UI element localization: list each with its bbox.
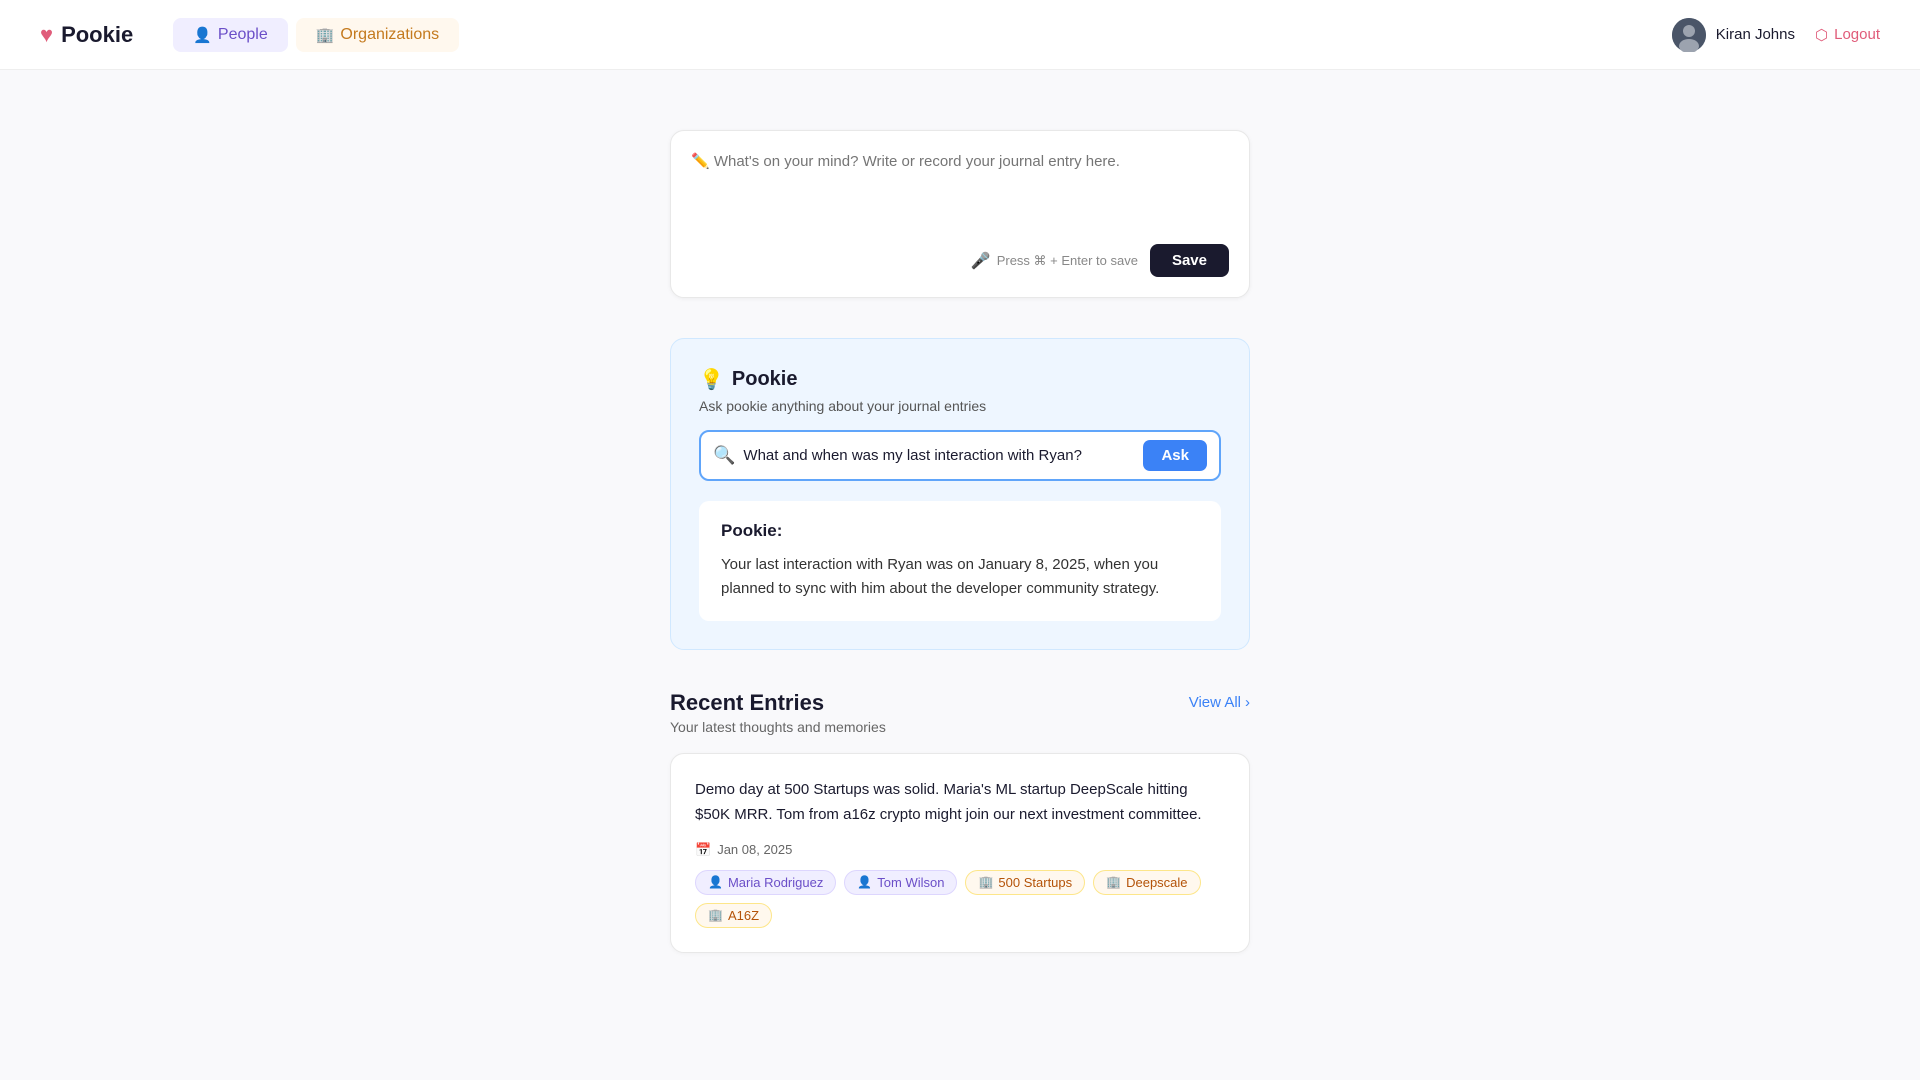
nav-right: Kiran Johns ⬡ Logout xyxy=(1672,18,1880,52)
logout-label: Logout xyxy=(1834,26,1880,43)
entry-card: Demo day at 500 Startups was solid. Mari… xyxy=(670,753,1250,953)
tag-tom-wilson[interactable]: 👤 Tom Wilson xyxy=(844,870,957,895)
heart-icon: ♥ xyxy=(40,22,53,48)
app-name: Pookie xyxy=(61,22,133,48)
ask-row: 🔍 Ask xyxy=(699,430,1221,481)
person-tag-icon: 👤 xyxy=(857,875,872,889)
keyboard-hint: 🎤 Press ⌘ + Enter to save xyxy=(971,251,1138,271)
avatar xyxy=(1672,18,1706,52)
save-button[interactable]: Save xyxy=(1150,244,1229,277)
tag-label: Tom Wilson xyxy=(877,875,944,890)
tag-label: Deepscale xyxy=(1126,875,1187,890)
journal-card: 🎤 Press ⌘ + Enter to save Save xyxy=(670,130,1250,298)
tag-label: Maria Rodriguez xyxy=(728,875,823,890)
entry-text: Demo day at 500 Startups was solid. Mari… xyxy=(695,778,1225,828)
journal-textarea[interactable] xyxy=(691,151,1229,231)
ask-input[interactable] xyxy=(743,447,1135,464)
pookie-header: 💡 Pookie xyxy=(699,367,1221,392)
pookie-response: Pookie: Your last interaction with Ryan … xyxy=(699,501,1221,621)
calendar-icon: 📅 xyxy=(695,842,711,858)
navbar: ♥ Pookie 👤 People 🏢 Organizations Kiran … xyxy=(0,0,1920,70)
tag-a16z[interactable]: 🏢 A16Z xyxy=(695,903,772,928)
main-content: 🎤 Press ⌘ + Enter to save Save 💡 Pookie … xyxy=(0,70,1920,1013)
pookie-title: Pookie xyxy=(732,368,798,391)
journal-footer: 🎤 Press ⌘ + Enter to save Save xyxy=(691,244,1229,277)
tag-label: A16Z xyxy=(728,908,759,923)
logout-icon: ⬡ xyxy=(1815,26,1828,44)
tag-label: 500 Startups xyxy=(998,875,1072,890)
nav-people-button[interactable]: 👤 People xyxy=(173,18,288,52)
view-all-label: View All xyxy=(1189,694,1241,711)
pookie-subtitle: Ask pookie anything about your journal e… xyxy=(699,398,1221,414)
nav-orgs-label: Organizations xyxy=(340,26,439,44)
mic-icon: 🎤 xyxy=(971,251,991,271)
recent-header: Recent Entries Your latest thoughts and … xyxy=(670,690,1250,735)
user-name: Kiran Johns xyxy=(1716,26,1795,43)
person-tag-icon: 👤 xyxy=(708,875,723,889)
logout-button[interactable]: ⬡ Logout xyxy=(1815,26,1880,44)
nav-links: 👤 People 🏢 Organizations xyxy=(173,18,1672,52)
entry-date: 📅 Jan 08, 2025 xyxy=(695,842,1225,858)
app-logo: ♥ Pookie xyxy=(40,22,133,48)
nav-orgs-button[interactable]: 🏢 Organizations xyxy=(296,18,459,52)
org-tag-icon: 🏢 xyxy=(1106,875,1121,889)
org-tag-icon: 🏢 xyxy=(708,908,723,922)
tag-500-startups[interactable]: 🏢 500 Startups xyxy=(965,870,1085,895)
view-all-button[interactable]: View All › xyxy=(1189,694,1250,711)
user-info: Kiran Johns xyxy=(1672,18,1795,52)
recent-header-left: Recent Entries Your latest thoughts and … xyxy=(670,690,886,735)
tags-row: 👤 Maria Rodriguez 👤 Tom Wilson 🏢 500 Startups… xyxy=(695,870,1225,928)
recent-title: Recent Entries xyxy=(670,690,886,716)
ask-button[interactable]: Ask xyxy=(1143,440,1207,471)
search-icon: 🔍 xyxy=(713,445,735,466)
tag-maria-rodriguez[interactable]: 👤 Maria Rodriguez xyxy=(695,870,836,895)
orgs-icon: 🏢 xyxy=(316,26,335,44)
pookie-response-text: Your last interaction with Ryan was on J… xyxy=(721,553,1199,601)
pookie-card: 💡 Pookie Ask pookie anything about your … xyxy=(670,338,1250,650)
nav-people-label: People xyxy=(218,26,268,44)
recent-section: Recent Entries Your latest thoughts and … xyxy=(670,690,1250,953)
org-tag-icon: 🏢 xyxy=(978,875,993,889)
lightbulb-icon: 💡 xyxy=(699,367,724,392)
chevron-right-icon: › xyxy=(1245,694,1250,711)
tag-deepscale[interactable]: 🏢 Deepscale xyxy=(1093,870,1200,895)
keyboard-hint-text: Press ⌘ + Enter to save xyxy=(997,253,1138,269)
pookie-response-title: Pookie: xyxy=(721,521,1199,541)
recent-subtitle: Your latest thoughts and memories xyxy=(670,719,886,735)
entry-date-text: Jan 08, 2025 xyxy=(717,842,792,857)
people-icon: 👤 xyxy=(193,26,212,44)
